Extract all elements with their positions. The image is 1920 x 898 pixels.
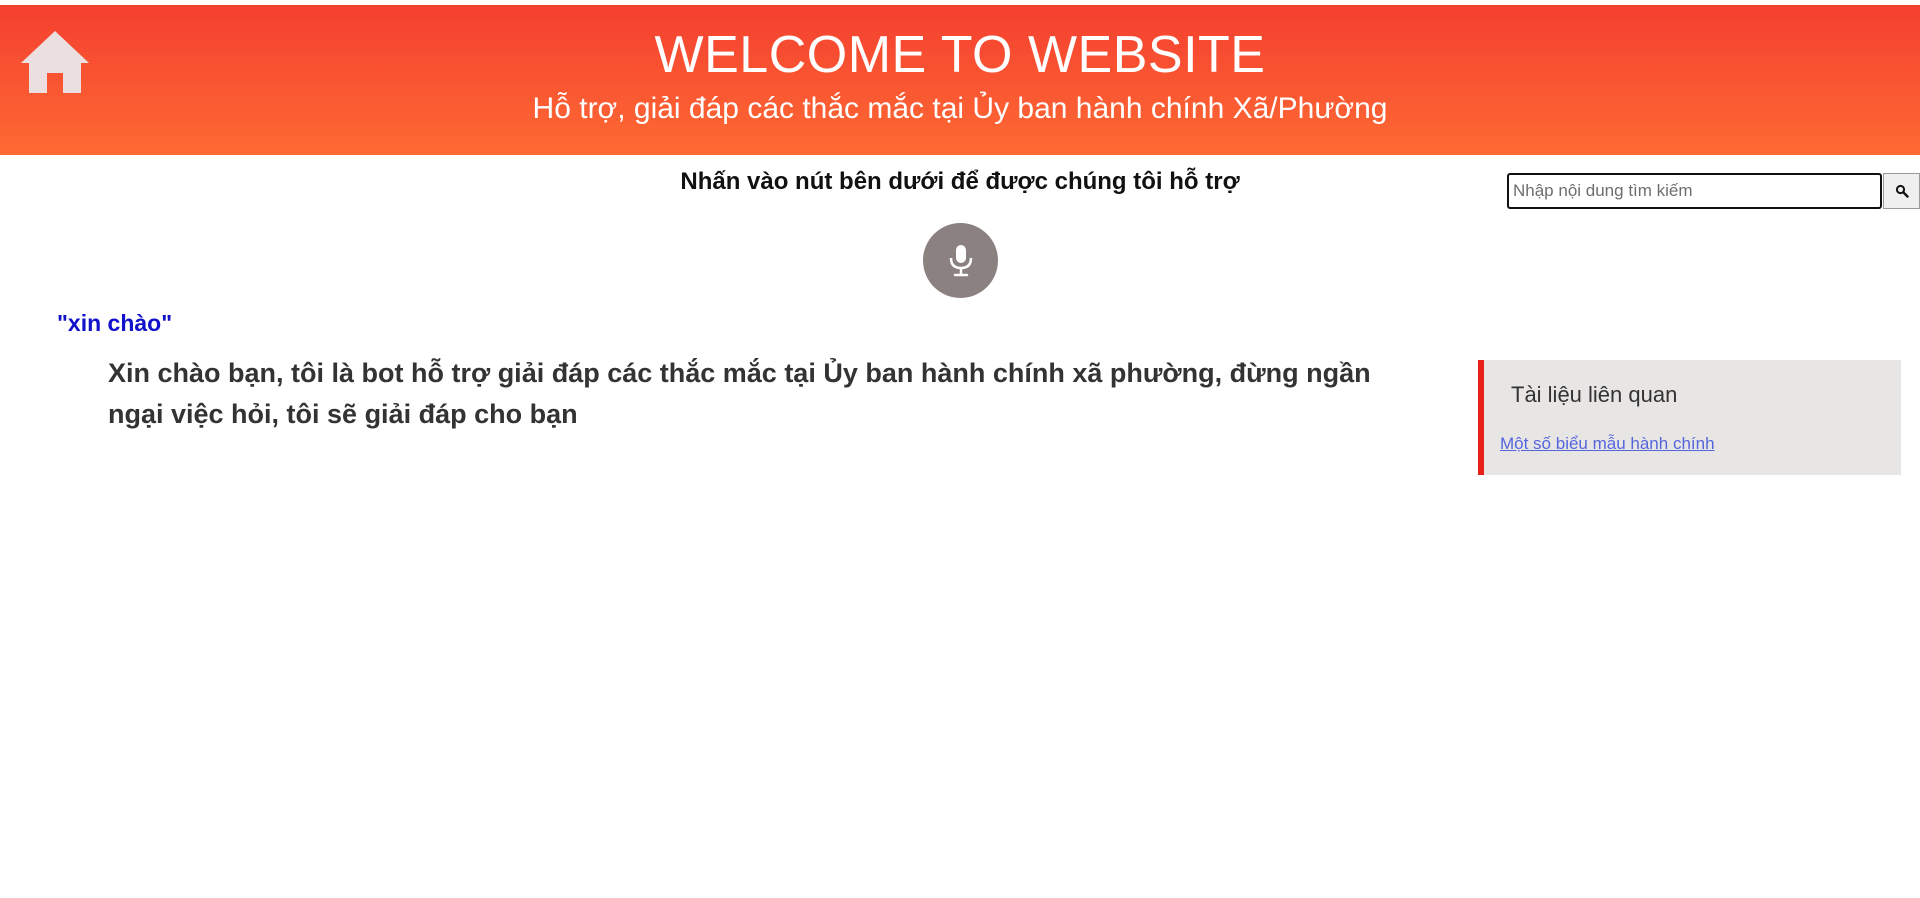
search-icon — [1895, 184, 1909, 198]
search-input[interactable] — [1507, 173, 1882, 209]
search-button[interactable] — [1883, 173, 1920, 209]
header-banner: WELCOME TO WEBSITE Hỗ trợ, giải đáp các … — [0, 5, 1920, 155]
related-documents-panel: Tài liệu liên quan Một số biểu mẫu hành … — [1478, 360, 1901, 475]
microphone-button[interactable] — [923, 223, 998, 298]
microphone-icon — [949, 244, 972, 276]
page-subtitle: Hỗ trợ, giải đáp các thắc mắc tại Ủy ban… — [532, 92, 1388, 125]
page-title: WELCOME TO WEBSITE — [654, 26, 1266, 84]
related-document-link[interactable]: Một số biểu mẫu hành chính — [1500, 434, 1715, 454]
bot-reply-text: Xin chào bạn, tôi là bot hỗ trợ giải đáp… — [108, 358, 1371, 429]
user-query-text: "xin chào" — [57, 310, 173, 336]
related-documents-title: Tài liệu liên quan — [1511, 382, 1678, 407]
